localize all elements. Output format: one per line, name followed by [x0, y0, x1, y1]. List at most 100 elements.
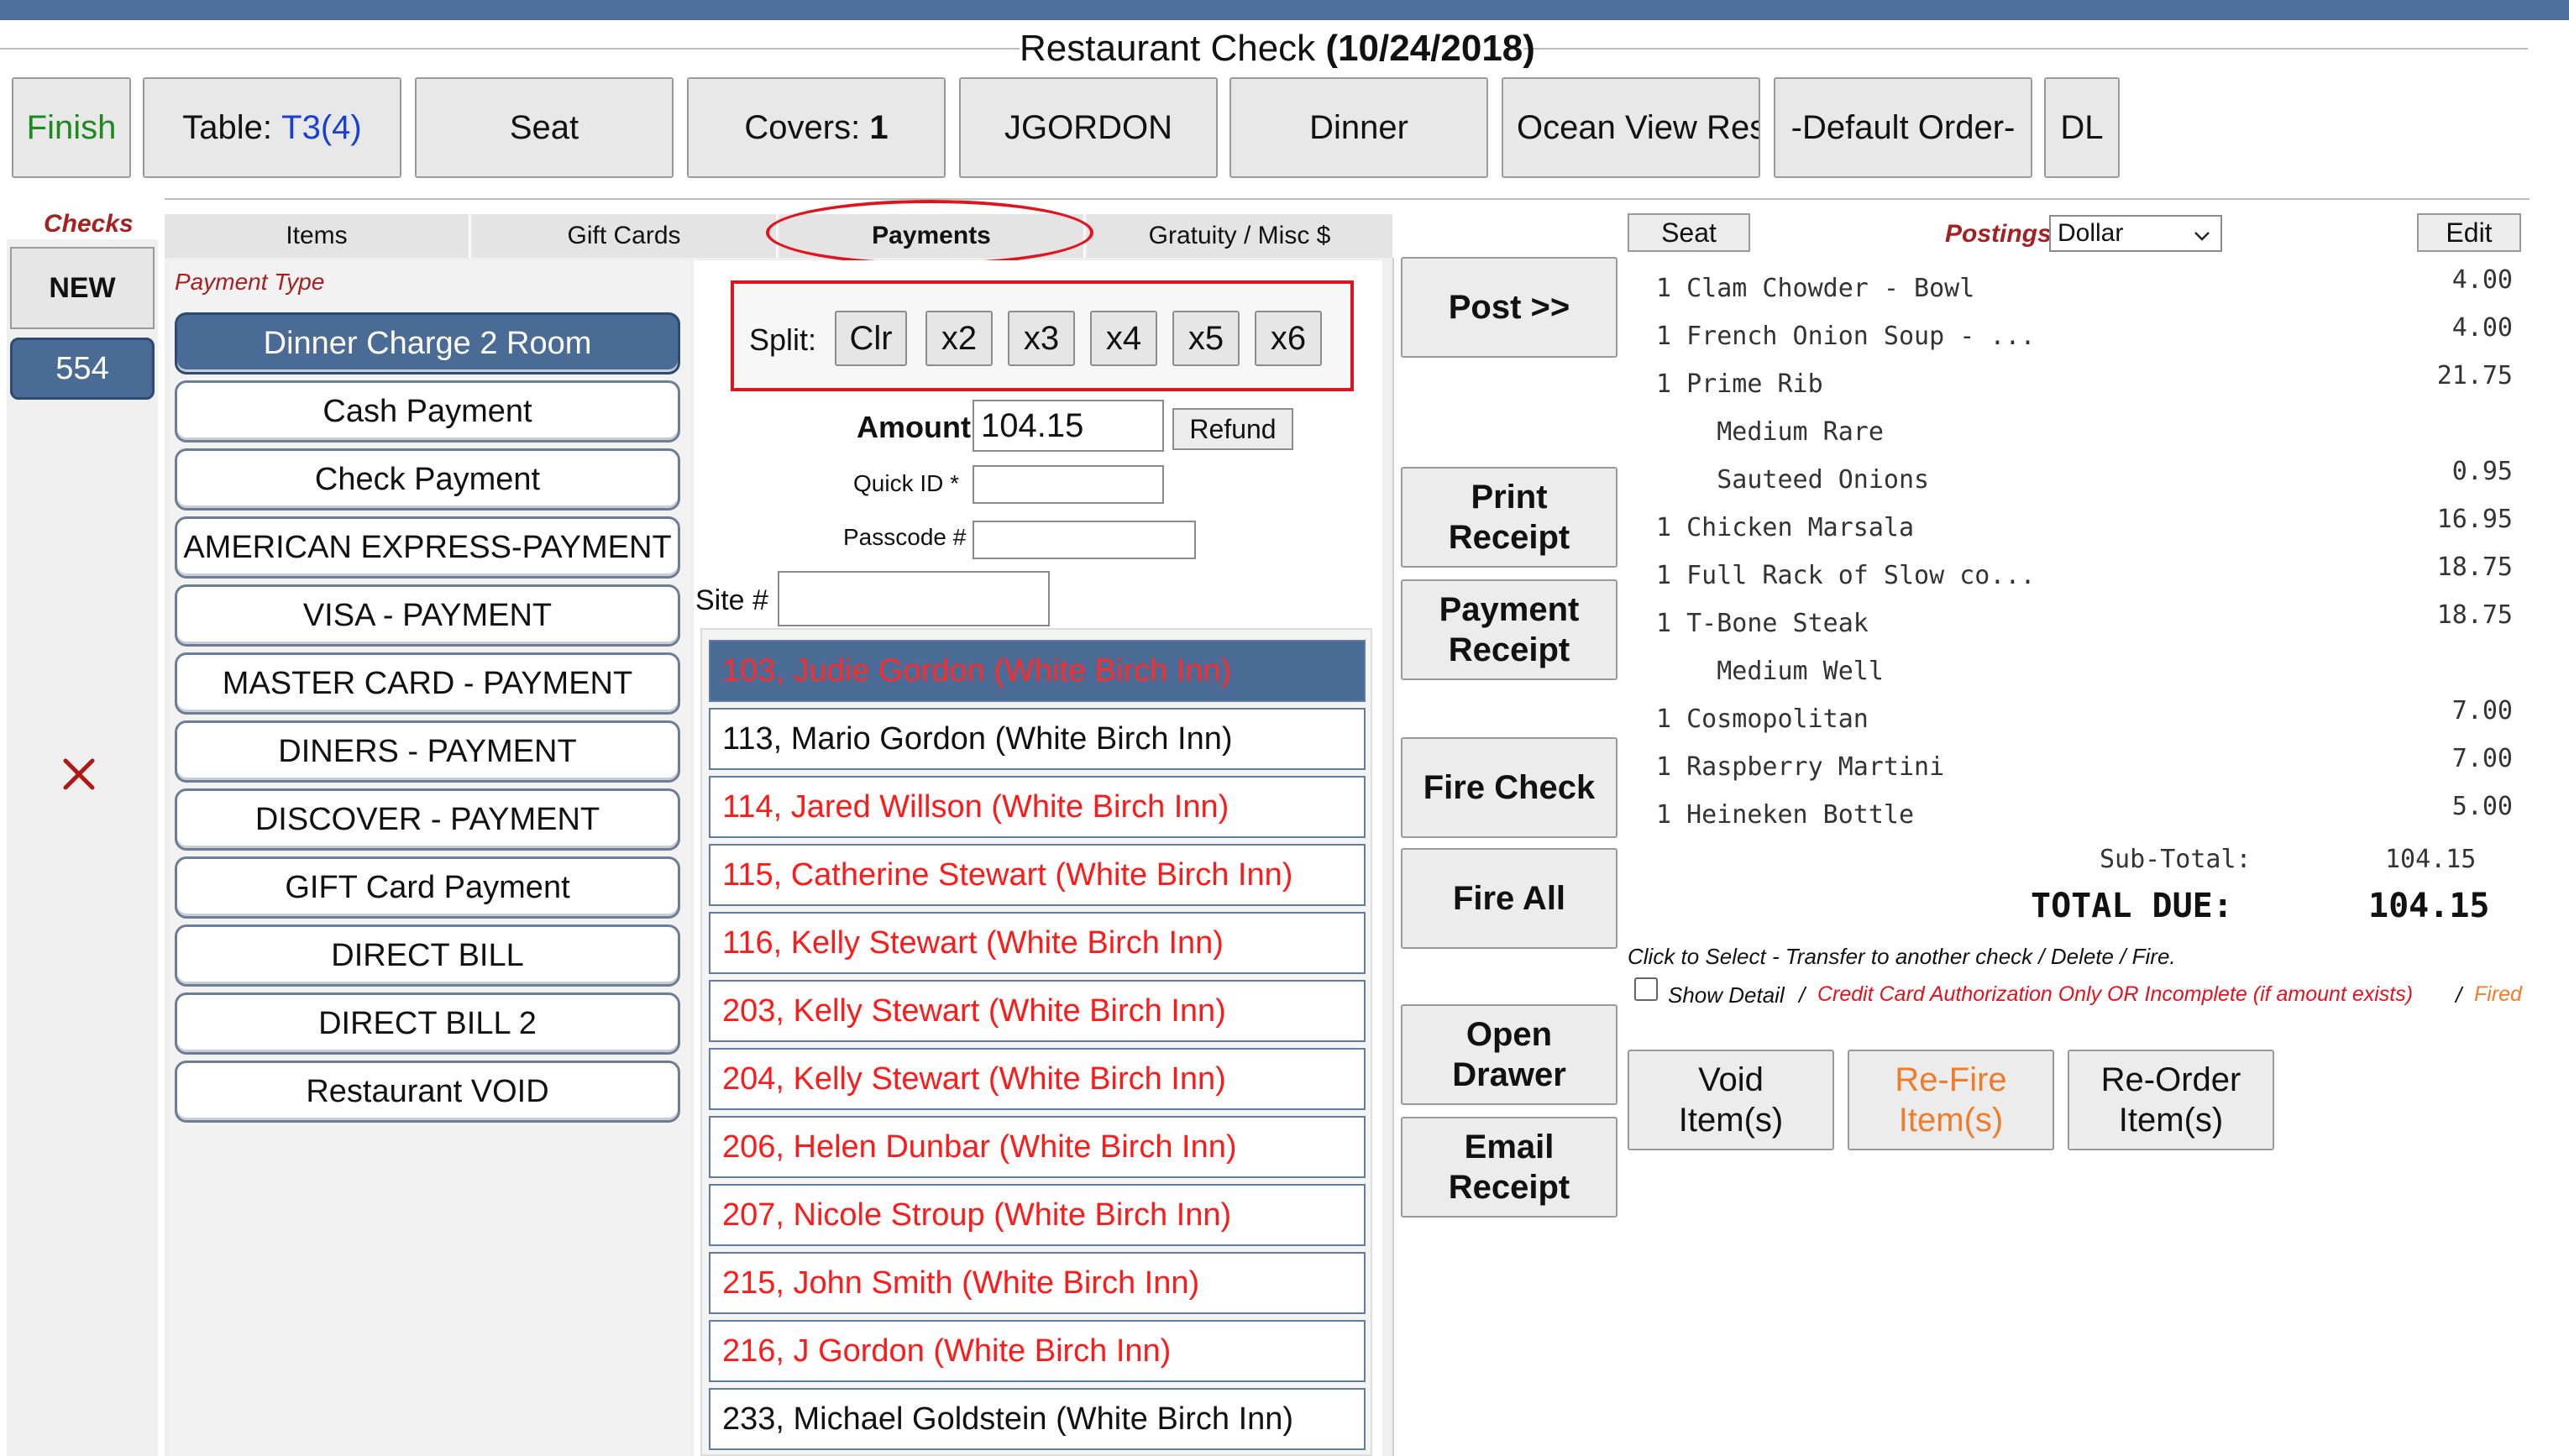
payment-cash[interactable]: Cash Payment: [175, 380, 680, 443]
order-line[interactable]: 1 Raspberry Martini 7.00: [1656, 744, 2513, 799]
passcode-input[interactable]: [973, 521, 1196, 559]
void-line1: Void: [1698, 1061, 1764, 1098]
refire-items-button[interactable]: Re-Fire Item(s): [1848, 1050, 2054, 1150]
room-row-204[interactable]: 204, Kelly Stewart (White Birch Inn): [709, 1048, 1366, 1110]
order-line[interactable]: Medium Well: [1656, 657, 2513, 704]
order-line[interactable]: 1 Chicken Marsala 16.95: [1656, 505, 2513, 560]
title-date: (10/24/2018): [1325, 28, 1535, 69]
amount-label: Amount: [857, 410, 971, 444]
covers-button[interactable]: Covers: 1: [687, 77, 946, 178]
payment-discover[interactable]: DISCOVER - PAYMENT: [175, 788, 680, 851]
room-row-114[interactable]: 114, Jared Willson (White Birch Inn): [709, 776, 1366, 838]
dl-button[interactable]: DL: [2044, 77, 2120, 178]
order-line-text: 1 Cosmopolitan: [1656, 704, 1869, 734]
payment-label: DIRECT BILL: [331, 937, 524, 973]
split-x4-button[interactable]: x4: [1090, 311, 1157, 366]
finish-button[interactable]: Finish: [12, 77, 131, 178]
refire-line2: Item(s): [1898, 1102, 2004, 1139]
order-line-text: 1 Clam Chowder - Bowl: [1656, 274, 1975, 303]
payment-check[interactable]: Check Payment: [175, 448, 680, 511]
payment-label: VISA - PAYMENT: [302, 597, 553, 633]
order-line[interactable]: Sauteed Onions 0.95: [1656, 457, 2513, 512]
order-line[interactable]: 1 Heineken Bottle 5.00: [1656, 792, 2513, 847]
room-row-113[interactable]: 113, Mario Gordon (White Birch Inn): [709, 708, 1366, 770]
order-line[interactable]: 1 Prime Rib 21.75: [1656, 361, 2513, 416]
quick-id-label: Quick ID *: [853, 470, 960, 496]
refund-button[interactable]: Refund: [1172, 408, 1293, 450]
payment-gift-card[interactable]: GIFT Card Payment: [175, 856, 680, 919]
split-x6-button[interactable]: x6: [1255, 311, 1322, 366]
order-line[interactable]: 1 T-Bone Steak 18.75: [1656, 600, 2513, 656]
tab-gratuity[interactable]: Gratuity / Misc $: [1087, 214, 1394, 258]
room-row-207[interactable]: 207, Nicole Stroup (White Birch Inn): [709, 1184, 1366, 1246]
room-row-116[interactable]: 116, Kelly Stewart (White Birch Inn): [709, 912, 1366, 974]
tab-gratuity-label: Gratuity / Misc $: [1148, 222, 1331, 249]
order-line[interactable]: 1 Full Rack of Slow co... 18.75: [1656, 553, 2513, 608]
seat-button[interactable]: Seat: [415, 77, 674, 178]
payment-type-label: Payment Type: [175, 269, 325, 295]
table-button[interactable]: Table: T3(4): [143, 77, 401, 178]
location-button[interactable]: Ocean View Resta: [1502, 77, 1760, 178]
open-drawer-button[interactable]: Open Drawer: [1401, 1004, 1617, 1105]
email-receipt-button[interactable]: Email Receipt: [1401, 1117, 1617, 1218]
new-check-label: NEW: [49, 271, 116, 304]
payment-direct-bill[interactable]: DIRECT BILL: [175, 924, 680, 987]
edit-button[interactable]: Edit: [2417, 213, 2521, 252]
amount-input[interactable]: 104.15: [973, 400, 1164, 452]
order-line[interactable]: 1 Cosmopolitan 7.00: [1656, 696, 2513, 752]
print-receipt-button[interactable]: Print Receipt: [1401, 467, 1617, 568]
room-row-115[interactable]: 115, Catherine Stewart (White Birch Inn): [709, 844, 1366, 906]
split-clear-label: Clr: [849, 319, 893, 357]
show-detail-checkbox[interactable]: [1634, 977, 1658, 1001]
site-input[interactable]: [778, 571, 1050, 626]
order-line[interactable]: Medium Rare: [1656, 417, 2513, 464]
reorder-items-button[interactable]: Re-Order Item(s): [2068, 1050, 2274, 1150]
order-seat-button[interactable]: Seat: [1628, 213, 1750, 252]
payment-receipt-button[interactable]: Payment Receipt: [1401, 579, 1617, 680]
refund-label: Refund: [1189, 413, 1277, 444]
order-type-button[interactable]: -Default Order-: [1774, 77, 2032, 178]
post-button[interactable]: Post >>: [1401, 257, 1617, 358]
finish-label: Finish: [26, 108, 117, 146]
order-line-text: 1 Raspberry Martini: [1656, 752, 1945, 782]
split-clear-button[interactable]: Clr: [835, 311, 907, 366]
x-icon[interactable]: [60, 756, 97, 793]
void-items-button[interactable]: Void Item(s): [1628, 1050, 1834, 1150]
room-row-215[interactable]: 215, John Smith (White Birch Inn): [709, 1252, 1366, 1314]
order-line[interactable]: 1 French Onion Soup - ... 4.00: [1656, 313, 2513, 369]
payment-diners[interactable]: DINERS - PAYMENT: [175, 720, 680, 783]
payment-dinner-charge-room[interactable]: Dinner Charge 2 Room: [175, 312, 680, 374]
quick-id-input[interactable]: [973, 465, 1164, 504]
payment-visa[interactable]: VISA - PAYMENT: [175, 584, 680, 647]
fire-all-button[interactable]: Fire All: [1401, 848, 1617, 949]
open-drawer-line2: Drawer: [1452, 1056, 1566, 1093]
order-line-price: 18.75: [2436, 553, 2513, 582]
room-label: 204, Kelly Stewart (White Birch Inn): [722, 1061, 1226, 1097]
check-554[interactable]: 554: [10, 338, 155, 400]
tab-gift-cards[interactable]: Gift Cards: [472, 214, 778, 258]
room-row-103[interactable]: 103, Judie Gordon (White Birch Inn): [709, 640, 1366, 702]
room-row-206[interactable]: 206, Helen Dunbar (White Birch Inn): [709, 1116, 1366, 1178]
split-x3-button[interactable]: x3: [1008, 311, 1075, 366]
split-x5-button[interactable]: x5: [1172, 311, 1240, 366]
payment-amex[interactable]: AMERICAN EXPRESS-PAYMENT: [175, 516, 680, 579]
order-line[interactable]: 1 Clam Chowder - Bowl 4.00: [1656, 265, 2513, 321]
new-check-button[interactable]: NEW: [10, 247, 155, 329]
fire-check-button[interactable]: Fire Check: [1401, 737, 1617, 838]
meal-period-button[interactable]: Dinner: [1229, 77, 1488, 178]
order-type-label: -Default Order-: [1790, 108, 2016, 146]
payment-restaurant-void[interactable]: Restaurant VOID: [175, 1061, 680, 1123]
split-x2-button[interactable]: x2: [925, 311, 993, 366]
room-row-216[interactable]: 216, J Gordon (White Birch Inn): [709, 1320, 1366, 1382]
tab-items[interactable]: Items: [165, 214, 470, 258]
room-label: 215, John Smith (White Birch Inn): [722, 1265, 1200, 1301]
currency-select[interactable]: Dollar: [2049, 215, 2222, 252]
order-line-text: Medium Well: [1656, 657, 1884, 686]
payment-mastercard[interactable]: MASTER CARD - PAYMENT: [175, 652, 680, 715]
room-row-233[interactable]: 233, Michael Goldstein (White Birch Inn): [709, 1388, 1366, 1450]
check-number: 554: [55, 350, 109, 386]
payment-label: AMERICAN EXPRESS-PAYMENT: [183, 529, 672, 565]
server-button[interactable]: JGORDON: [959, 77, 1218, 178]
payment-direct-bill-2[interactable]: DIRECT BILL 2: [175, 992, 680, 1055]
room-row-203[interactable]: 203, Kelly Stewart (White Birch Inn): [709, 980, 1366, 1042]
